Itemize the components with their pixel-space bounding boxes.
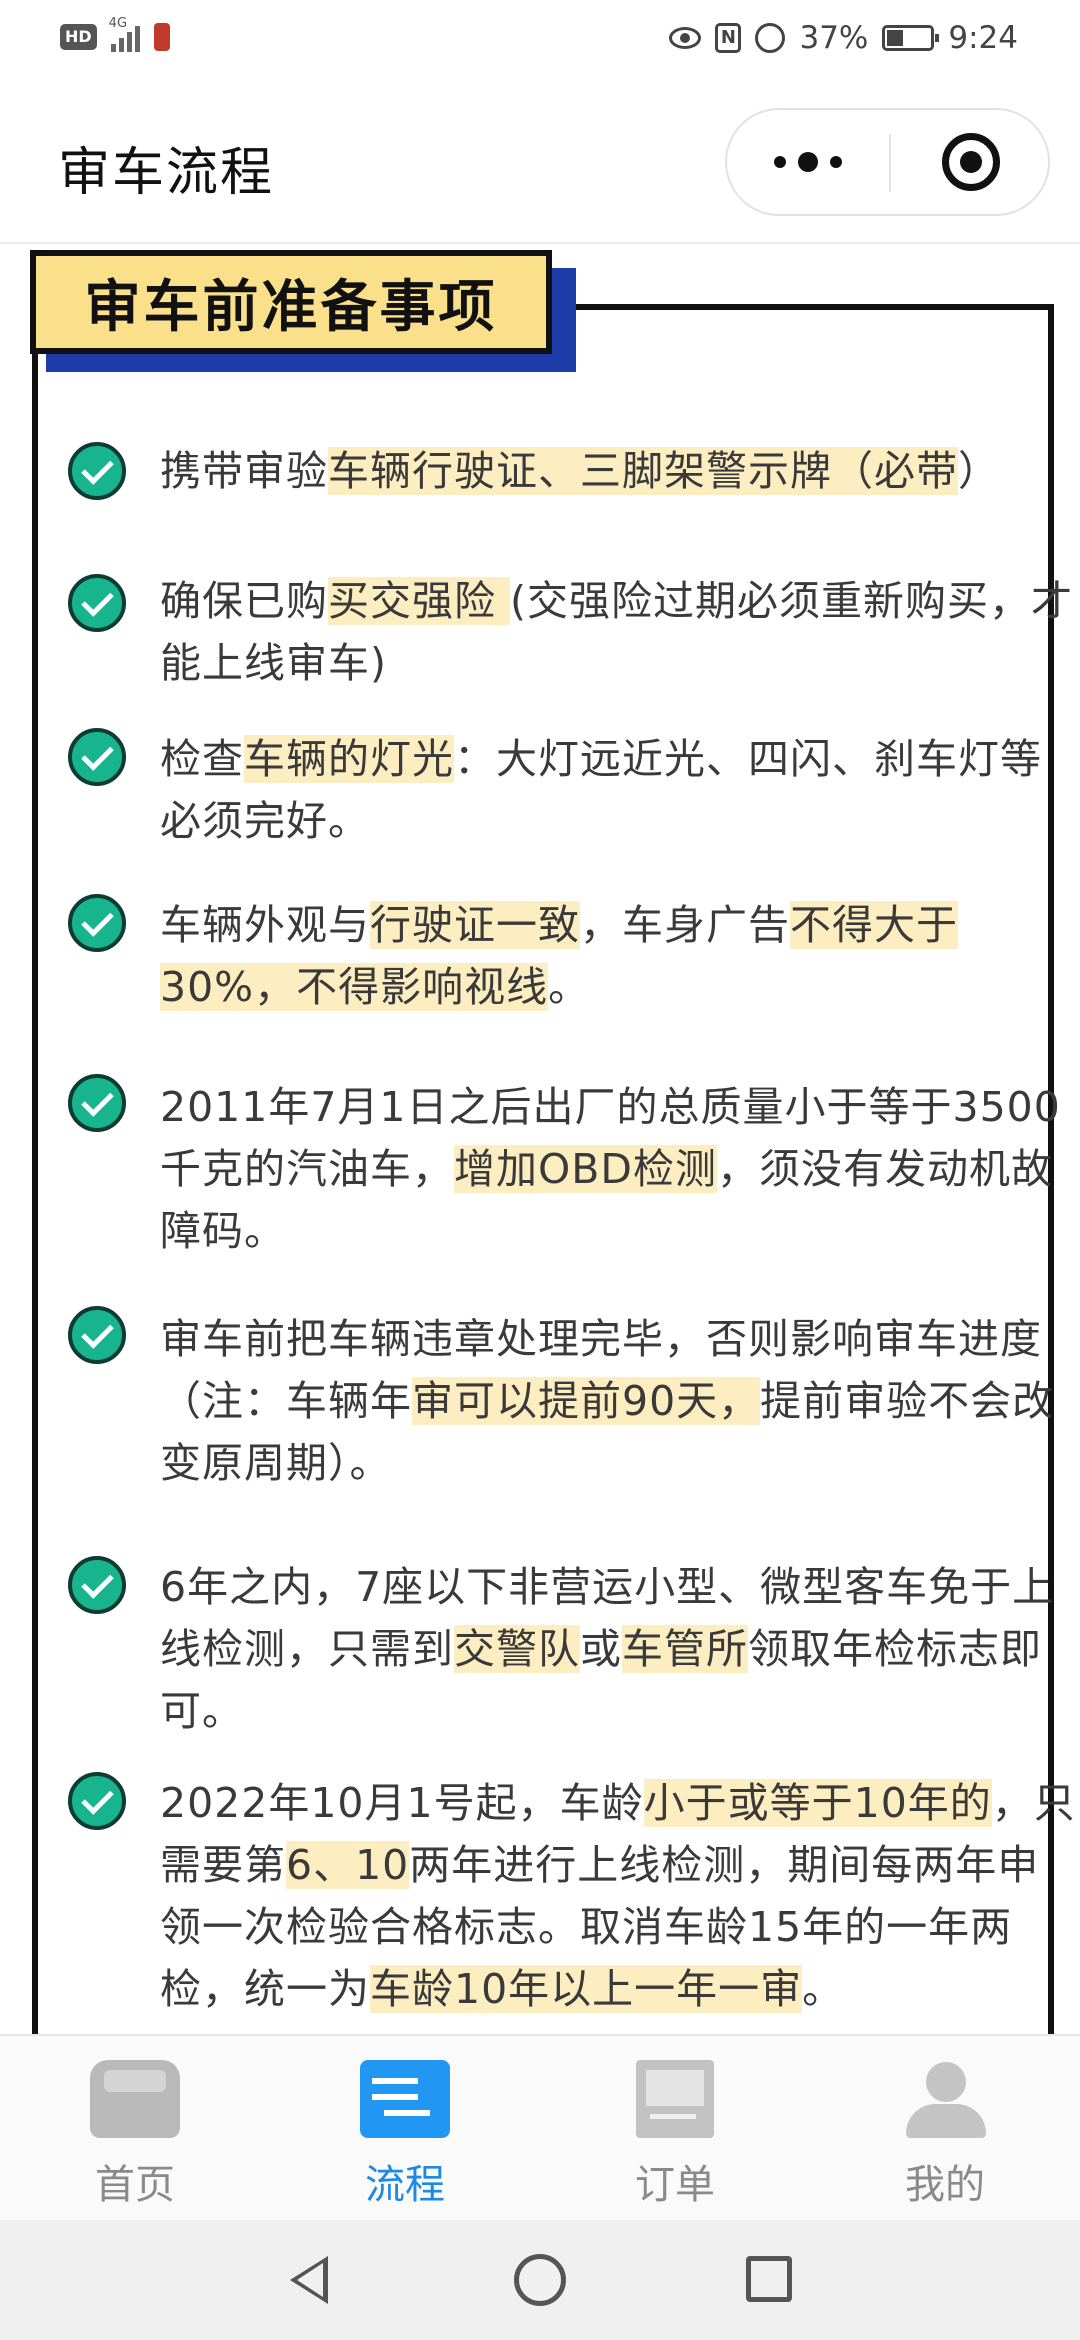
- tab-orders[interactable]: 订单: [540, 2036, 810, 2222]
- checklist-item-text: 携带审验车辆行驶证、三脚架警示牌（必带）: [160, 440, 1080, 502]
- page-title: 审车流程: [58, 143, 275, 203]
- highlighted-text: 买交强险: [328, 577, 511, 625]
- battery-percent: 37%: [799, 20, 869, 56]
- more-dots-icon: [798, 152, 818, 172]
- status-bar: HD 4G N 37% 9:24: [0, 0, 1080, 84]
- highlighted-text: 6、10: [286, 1841, 410, 1889]
- checklist-item-text: 检查车辆的灯光：大灯远近光、四闪、刹车灯等必须完好。: [160, 728, 1080, 852]
- card-header: 审车前准备事项: [30, 250, 552, 354]
- order-icon: [636, 2060, 714, 2138]
- check-circle-icon: [68, 894, 126, 952]
- recents-square-icon[interactable]: [746, 2256, 792, 2302]
- highlighted-text: 车龄10年以上一年一审: [370, 1965, 803, 2013]
- highlighted-text: 车管所: [622, 1625, 748, 1673]
- item-text-segment: 。: [802, 1965, 845, 2013]
- target-circle-icon: [942, 133, 1000, 191]
- highlighted-text: 车辆的灯光: [244, 735, 454, 783]
- highlighted-text: 行驶证一致: [370, 901, 580, 949]
- check-circle-icon: [68, 1306, 126, 1364]
- clock-time: 9:24: [948, 20, 1018, 56]
- signal-icon: 4G: [109, 16, 140, 52]
- tab-mine[interactable]: 我的: [810, 2036, 1080, 2222]
- highlighted-text: 小于或等于10年的: [643, 1779, 992, 1827]
- tab-process[interactable]: 流程: [270, 2036, 540, 2222]
- tab-label: 流程: [365, 2162, 445, 2208]
- back-triangle-icon[interactable]: [290, 2256, 328, 2304]
- hd-badge: HD: [60, 24, 97, 50]
- status-left: HD 4G: [60, 16, 170, 52]
- car-icon: [90, 2060, 180, 2138]
- checklist-item-text: 审车前把车辆违章处理完毕，否则影响审车进度（注：车辆年审可以提前90天，提前审验…: [160, 1308, 1080, 1494]
- item-text-segment: 车辆外观与: [160, 901, 370, 949]
- item-text-segment: ）: [958, 447, 1000, 495]
- app-notification-icon: [153, 23, 170, 51]
- item-text-segment: 2022年10月1号起，车龄: [160, 1779, 644, 1827]
- highlighted-text: 增加OBD检测: [454, 1145, 717, 1193]
- user-icon: [900, 2060, 990, 2138]
- tab-label: 首页: [95, 2162, 175, 2208]
- tab-label: 我的: [905, 2162, 985, 2208]
- item-text-segment: 检查: [160, 735, 244, 783]
- checklist-item-text: 2011年7月1日之后出厂的总质量小于等于3500千克的汽油车，增加OBD检测，…: [160, 1076, 1080, 1262]
- check-circle-icon: [68, 728, 126, 786]
- check-circle-icon: [68, 1772, 126, 1830]
- highlighted-text: 交警队: [454, 1625, 580, 1673]
- item-text-segment: 或: [580, 1625, 622, 1673]
- checklist-item-text: 2022年10月1号起，车龄小于或等于10年的，只需要第6、10两年进行上线检测…: [160, 1772, 1080, 2020]
- item-text-segment: 携带审验: [160, 447, 328, 495]
- tab-label: 订单: [635, 2162, 715, 2208]
- nfc-icon: N: [715, 23, 742, 53]
- system-navigation-bar: [0, 2220, 1080, 2340]
- more-button[interactable]: [727, 110, 889, 214]
- checklist-item-text: 6年之内，7座以下非营运小型、微型客车免于上线检测，只需到交警队或车管所领取年检…: [160, 1556, 1080, 1742]
- item-text-segment: ，车身广告: [580, 901, 790, 949]
- check-circle-icon: [68, 1074, 126, 1132]
- status-right: N 37% 9:24: [669, 20, 1018, 56]
- check-circle-icon: [68, 574, 126, 632]
- highlighted-text: 车辆行驶证、三脚架警示牌（必带: [328, 447, 958, 495]
- alarm-icon: [755, 23, 786, 53]
- battery-icon: [882, 25, 940, 51]
- checklist-item-text: 车辆外观与行驶证一致，车身广告不得大于30%，不得影响视线。: [160, 894, 1080, 1018]
- content-scroll-area[interactable]: 审车前准备事项 携带审验车辆行驶证、三脚架警示牌（必带） 确保已购买交强险 (交…: [0, 244, 1080, 2034]
- checklist-item-text: 确保已购买交强险 (交强险过期必须重新购买，才能上线审车): [160, 570, 1080, 694]
- check-circle-icon: [68, 1556, 126, 1614]
- close-mini-program-button[interactable]: [891, 110, 1051, 214]
- network-type: 4G: [108, 16, 128, 31]
- check-circle-icon: [68, 442, 126, 500]
- title-bar: 审车流程: [0, 84, 1080, 244]
- home-circle-icon[interactable]: [514, 2254, 566, 2306]
- card-title: 审车前准备事项: [84, 274, 498, 340]
- item-text-segment: 确保已购: [160, 577, 328, 625]
- item-text-segment: 。: [548, 963, 591, 1011]
- highlighted-text: 审可以提前90天，: [412, 1377, 761, 1425]
- tab-home[interactable]: 首页: [0, 2036, 270, 2222]
- eye-comfort-icon: [669, 27, 702, 49]
- bottom-tab-bar: 首页 流程 订单 我的: [0, 2034, 1080, 2220]
- flow-icon: [360, 2060, 450, 2138]
- mini-program-capsule: [725, 108, 1050, 216]
